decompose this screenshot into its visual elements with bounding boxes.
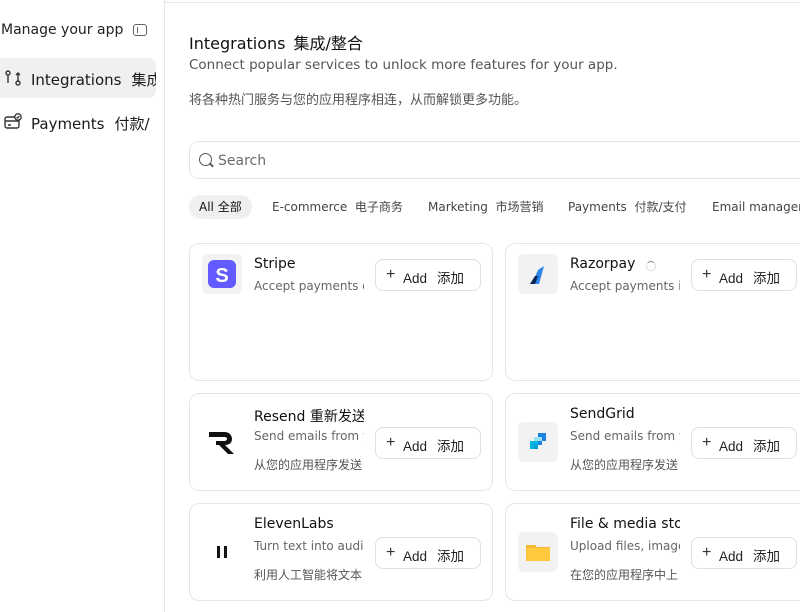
main-content: Integrations 集成/整合 Connect popular servic… xyxy=(165,0,800,612)
sidebar-collapse-icon[interactable] xyxy=(133,24,147,36)
card-title: Razorpay xyxy=(570,256,636,272)
sidebar: Manage your app Integrations 集成 Payments 付… xyxy=(0,0,165,612)
card-description: Accept payments o xyxy=(254,279,364,293)
filter-marketing[interactable]: Marketing 市场营销 xyxy=(418,195,553,219)
razorpay-logo-icon xyxy=(518,254,558,294)
plus-icon: + xyxy=(386,434,396,451)
plus-icon: + xyxy=(702,266,712,283)
stripe-logo-icon: S xyxy=(202,254,242,294)
resend-logo-icon xyxy=(202,422,242,462)
search-box[interactable] xyxy=(189,141,800,179)
filter-ecommerce[interactable]: E-commerce 电子商务 xyxy=(262,195,413,219)
plus-icon: + xyxy=(702,544,712,561)
sidebar-item-label-cn: 集成 xyxy=(131,71,156,89)
add-stripe-button[interactable]: + Add 添加 xyxy=(375,259,481,291)
card-description-cn: 从您的应用程序发送 xyxy=(570,458,679,472)
integration-card-file-storage[interactable]: File & media stor Upload files, image 在您… xyxy=(505,503,800,601)
sidebar-header: Manage your app xyxy=(0,20,165,42)
integration-card-resend[interactable]: Resend 重新发送 Send emails from y 从您的应用程序发送… xyxy=(189,393,493,491)
card-title: ElevenLabs xyxy=(254,516,334,532)
filter-email-management[interactable]: Email managem xyxy=(702,195,800,219)
page-subtitle: Connect popular services to unlock more … xyxy=(189,57,618,73)
svg-text:S: S xyxy=(215,265,228,287)
sidebar-item-payments[interactable]: Payments 付款/ xyxy=(0,102,156,142)
card-description-cn: 在您的应用程序中上 xyxy=(570,568,679,582)
sidebar-item-label-cn: 付款/ xyxy=(114,115,150,133)
add-elevenlabs-button[interactable]: + Add 添加 xyxy=(375,537,481,569)
payments-icon xyxy=(4,113,22,129)
filter-all[interactable]: All 全部 xyxy=(189,195,252,219)
card-description: Send emails from y xyxy=(570,429,680,443)
add-file-storage-button[interactable]: + Add 添加 xyxy=(691,537,797,569)
page-title-cn: 集成/整合 xyxy=(293,34,363,53)
card-title: File & media stor xyxy=(570,516,680,532)
plus-icon: + xyxy=(386,266,396,283)
sidebar-title: Manage your app xyxy=(1,22,124,38)
card-title: Resend 重新发送 xyxy=(254,409,364,425)
integration-card-elevenlabs[interactable]: ElevenLabs Turn text into audio 利用人工智能将文… xyxy=(189,503,493,601)
integration-card-sendgrid[interactable]: SendGrid Send emails from y 从您的应用程序发送 + … xyxy=(505,393,800,491)
card-description: Send emails from y xyxy=(254,429,364,443)
integration-card-razorpay[interactable]: Razorpay Accept payments in + Add 添加 xyxy=(505,243,800,381)
sidebar-item-integrations[interactable]: Integrations 集成 xyxy=(0,58,156,98)
card-description-cn: 从您的应用程序发送 xyxy=(254,458,363,472)
search-input[interactable] xyxy=(218,150,798,172)
integration-card-stripe[interactable]: S Stripe Accept payments o + Add 添加 xyxy=(189,243,493,381)
search-icon xyxy=(199,153,212,166)
card-description: Turn text into audio xyxy=(254,539,364,553)
card-description: Accept payments in xyxy=(570,279,680,293)
card-title: SendGrid xyxy=(570,406,635,422)
loading-spinner-icon xyxy=(646,261,656,271)
page-subtitle-cn: 将各种热门服务与您的应用程序相连，从而解锁更多功能。 xyxy=(189,93,528,108)
add-resend-button[interactable]: + Add 添加 xyxy=(375,427,481,459)
plus-icon: + xyxy=(386,544,396,561)
sidebar-item-label: Payments xyxy=(31,115,105,133)
card-description-cn: 利用人工智能将文本 xyxy=(254,568,363,582)
card-title: Stripe xyxy=(254,256,296,272)
folder-icon xyxy=(518,532,558,572)
integrations-icon xyxy=(5,70,21,86)
page-title: Integrations 集成/整合 xyxy=(189,34,363,53)
add-sendgrid-button[interactable]: + Add 添加 xyxy=(691,427,797,459)
card-description: Upload files, image xyxy=(570,539,680,553)
sidebar-item-label: Integrations xyxy=(31,71,122,89)
elevenlabs-logo-icon xyxy=(202,532,242,572)
filter-payments[interactable]: Payments 付款/支付 xyxy=(558,195,696,219)
add-razorpay-button[interactable]: + Add 添加 xyxy=(691,259,797,291)
plus-icon: + xyxy=(702,434,712,451)
sendgrid-logo-icon xyxy=(518,422,558,462)
